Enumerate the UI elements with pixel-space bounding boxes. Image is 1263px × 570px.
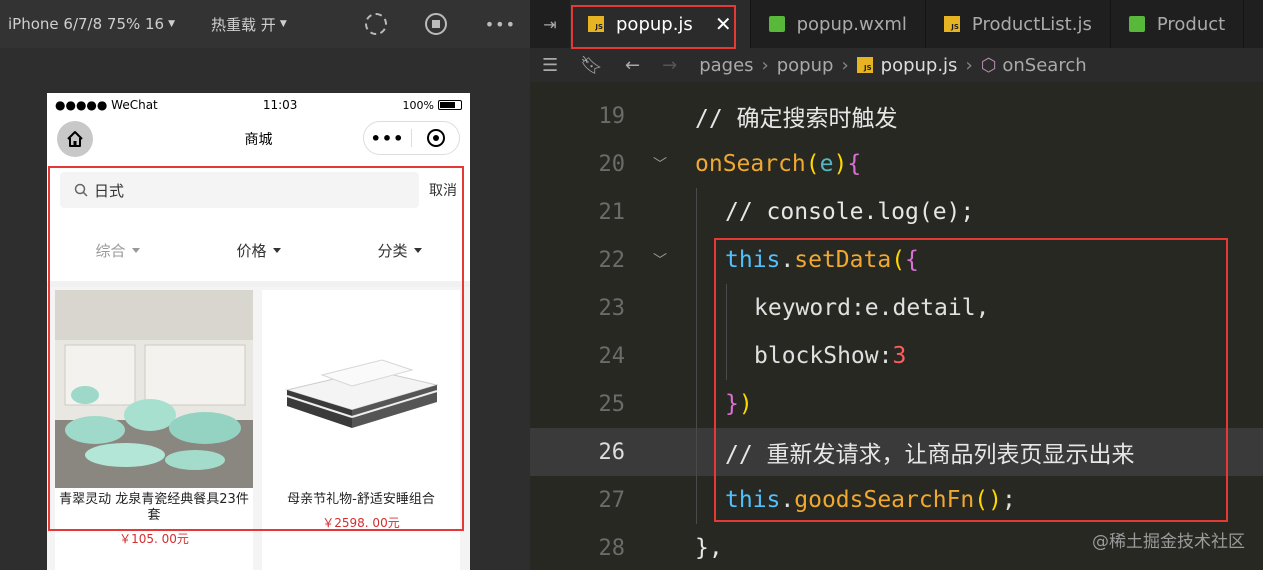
code-line: 20 ﹀ onSearch(e){ — [598, 151, 862, 177]
simulator-toolbar: iPhone 6/7/8 75% 16 ▼ 热重载 开 ▼ ••• — [0, 0, 530, 48]
status-bar: ●●●●● WeChat 11:03 100% — [47, 93, 470, 117]
forward-arrow-icon[interactable]: → — [662, 55, 677, 76]
list-icon[interactable]: ☰ — [542, 55, 558, 76]
devtools-window: iPhone 6/7/8 75% 16 ▼ 热重载 开 ▼ ••• ●●●●● We… — [0, 0, 1263, 570]
target-icon — [426, 129, 445, 147]
carrier-label: ●●●●● WeChat — [55, 98, 158, 112]
highlight-box-active-tab — [571, 5, 736, 49]
chevron-right-icon: › — [965, 54, 973, 76]
code-line: 19 // 确定搜索时触发 — [598, 103, 898, 133]
tab-productlist-js[interactable]: JS ProductList.js — [926, 0, 1111, 48]
clock: 11:03 — [262, 98, 298, 112]
product-price: ￥105. 00元 — [119, 532, 189, 546]
bookmark-icon[interactable]: 🔖︎ — [580, 55, 603, 76]
chevron-down-icon: ▼ — [168, 19, 176, 29]
breadcrumb-item[interactable]: popup — [777, 55, 834, 76]
tab-product[interactable]: Product — [1111, 0, 1245, 48]
tab-popup-wxml[interactable]: popup.wxml — [751, 0, 926, 48]
code-editor: ⇥ JS popup.js ✕ popup.wxml JS ProductLis… — [530, 0, 1263, 570]
battery-indicator: 100% — [403, 99, 462, 112]
nav-bar: 商城 ••• — [47, 117, 470, 161]
watermark: @稀土掘金技术社区 — [1092, 532, 1245, 552]
simulator-panel: iPhone 6/7/8 75% 16 ▼ 热重载 开 ▼ ••• ●●●●● We… — [0, 0, 530, 570]
js-file-icon: JS — [856, 57, 873, 73]
breadcrumb-item[interactable]: popup.js — [881, 55, 958, 76]
breadcrumb-item[interactable]: onSearch — [1002, 55, 1086, 76]
home-icon — [67, 131, 83, 147]
wxml-file-icon — [1128, 16, 1145, 32]
device-select[interactable]: iPhone 6/7/8 75% 16 ▼ — [8, 15, 175, 33]
js-file-icon: JS — [943, 16, 960, 32]
panel-toggle-icon[interactable]: ⇥ — [530, 0, 570, 48]
page-title: 商城 — [244, 132, 273, 148]
hot-reload-select[interactable]: 热重载 开 ▼ — [211, 14, 287, 35]
fold-chevron-icon[interactable]: ﹀ — [625, 250, 695, 270]
code-line: 21 // console.log(e); — [598, 199, 975, 225]
battery-icon — [438, 100, 462, 110]
chevron-down-icon: ▼ — [279, 19, 287, 29]
more-icon[interactable]: ••• — [485, 15, 516, 34]
wxml-file-icon — [768, 16, 785, 32]
highlight-box-search-results — [48, 166, 464, 531]
stop-icon[interactable] — [424, 13, 447, 35]
breadcrumb-item[interactable]: pages — [699, 55, 753, 76]
method-icon: ⬡ — [980, 54, 997, 76]
chevron-right-icon: › — [841, 54, 849, 76]
breadcrumb: ☰ 🔖︎ ← → pages › popup › JS popup.js › ⬡… — [530, 48, 1263, 82]
back-arrow-icon[interactable]: ← — [625, 55, 640, 76]
close-mini-program-button[interactable] — [412, 129, 459, 147]
highlight-box-code — [714, 238, 1228, 522]
refresh-icon[interactable] — [364, 13, 387, 35]
home-button[interactable] — [57, 121, 93, 157]
fold-chevron-icon[interactable]: ﹀ — [625, 154, 695, 174]
capsule-menu: ••• — [363, 121, 460, 155]
more-icon[interactable]: ••• — [364, 129, 411, 148]
chevron-right-icon: › — [761, 54, 769, 76]
